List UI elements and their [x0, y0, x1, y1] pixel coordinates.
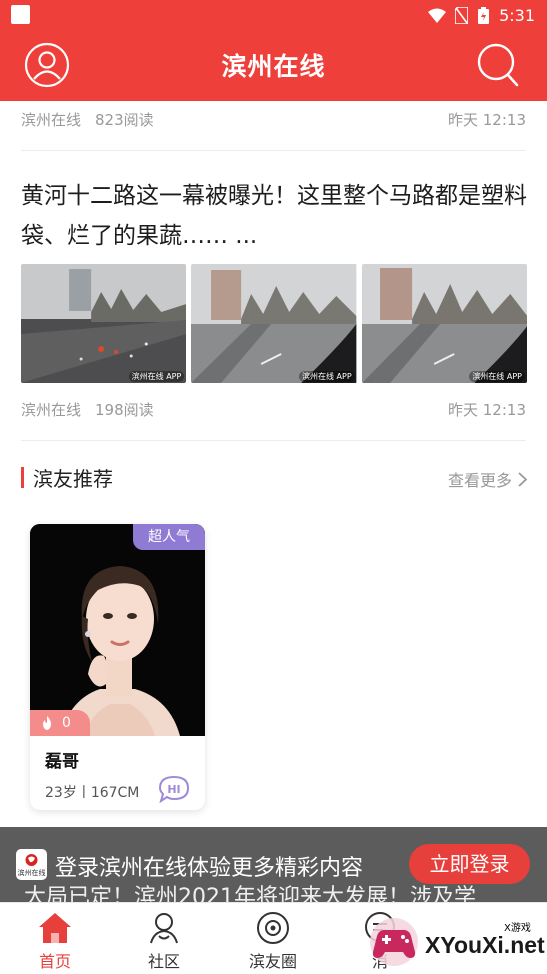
- tab-community[interactable]: 社区: [119, 903, 209, 974]
- top-item-meta: 滨州在线 823阅读 昨天 12:13: [21, 109, 526, 130]
- tab-circle[interactable]: 滨友圈: [228, 903, 318, 974]
- popular-badge: 超人气: [133, 524, 205, 550]
- divider: [21, 440, 526, 441]
- image-watermark: 滨州在线 APP: [469, 371, 525, 382]
- article-time: 昨天 12:13: [448, 111, 526, 129]
- battery-icon: [478, 6, 490, 24]
- article-reads: 198阅读: [95, 401, 154, 419]
- login-prompt: 登录滨州在线体验更多精彩内容: [55, 856, 364, 881]
- clock: 5:31: [499, 5, 535, 25]
- article-meta: 滨州在线 198阅读 昨天 12:13: [21, 399, 526, 420]
- watermark-text: XYouXi.net: [425, 932, 545, 958]
- underlying-headline: 大局已定！滨州2021年将迎来大发展！涉及学: [24, 885, 476, 902]
- view-more-link[interactable]: 查看更多: [448, 467, 527, 491]
- view-more-label: 查看更多: [447, 471, 512, 490]
- say-hi-button[interactable]: HI: [158, 775, 190, 803]
- app-logo: 滨州在线: [16, 849, 47, 880]
- user-photo: 超人气 0: [30, 524, 205, 736]
- tab-home[interactable]: 首页: [10, 903, 100, 974]
- article-images[interactable]: 滨州在线 APP 滨州在线 APP 滨州在线 APP: [21, 264, 527, 383]
- sim-card-icon: [455, 6, 469, 24]
- article-image-1[interactable]: 滨州在线 APP: [21, 264, 187, 383]
- recommend-section-header: 滨友推荐 查看更多: [21, 463, 527, 493]
- image-watermark: 滨州在线 APP: [298, 371, 355, 382]
- community-icon: [150, 913, 178, 944]
- user-card[interactable]: 超人气 0 磊哥 23岁丨167CM HI: [30, 524, 205, 810]
- logo-text: 滨州在线: [18, 868, 46, 877]
- user-info: 23岁丨167CM: [45, 785, 140, 801]
- section-accent-bar: [21, 467, 24, 488]
- section-title: 滨友推荐: [33, 467, 113, 491]
- likes-count: 0: [62, 715, 71, 731]
- article-source: 滨州在线: [21, 401, 82, 419]
- chevron-right-icon: [518, 471, 527, 487]
- app-title: 滨州在线: [221, 52, 326, 81]
- tab-label: 首页: [38, 952, 71, 971]
- divider: [21, 150, 526, 151]
- fire-icon: [43, 716, 51, 730]
- site-watermark: X游戏 XYouXi.net: [365, 912, 545, 972]
- article-image-2[interactable]: 滨州在线 APP: [191, 264, 357, 383]
- status-bar: 5:31: [0, 0, 547, 30]
- circle-icon: [257, 912, 289, 944]
- say-hi-label: HI: [167, 783, 180, 796]
- login-button[interactable]: 立即登录: [409, 844, 530, 884]
- article-time: 昨天 12:13: [448, 401, 526, 419]
- image-watermark: 滨州在线 APP: [128, 371, 185, 382]
- article-title[interactable]: 黄河十二路这一幕被曝光！这里整个马路都是塑料袋、烂了的果蔬…… ...: [21, 176, 529, 256]
- article-image-3[interactable]: 滨州在线 APP: [361, 264, 527, 383]
- search-icon[interactable]: [477, 43, 519, 87]
- login-banner: 大局已定！滨州2021年将迎来大发展！涉及学 滨州在线 登录滨州在线体验更多精彩…: [0, 827, 547, 902]
- gamepad-logo-icon: [370, 918, 418, 966]
- wifi-icon: [428, 8, 447, 23]
- user-name: 磊哥: [45, 752, 79, 772]
- notification-icon: [11, 5, 30, 24]
- tab-label: 滨友圈: [248, 952, 297, 971]
- home-icon: [39, 913, 71, 943]
- article-reads: 823阅读: [95, 111, 154, 129]
- likes-badge: 0: [30, 710, 90, 736]
- app-header: 滨州在线: [0, 30, 547, 101]
- tab-label: 社区: [147, 952, 180, 971]
- article-source: 滨州在线: [21, 111, 82, 129]
